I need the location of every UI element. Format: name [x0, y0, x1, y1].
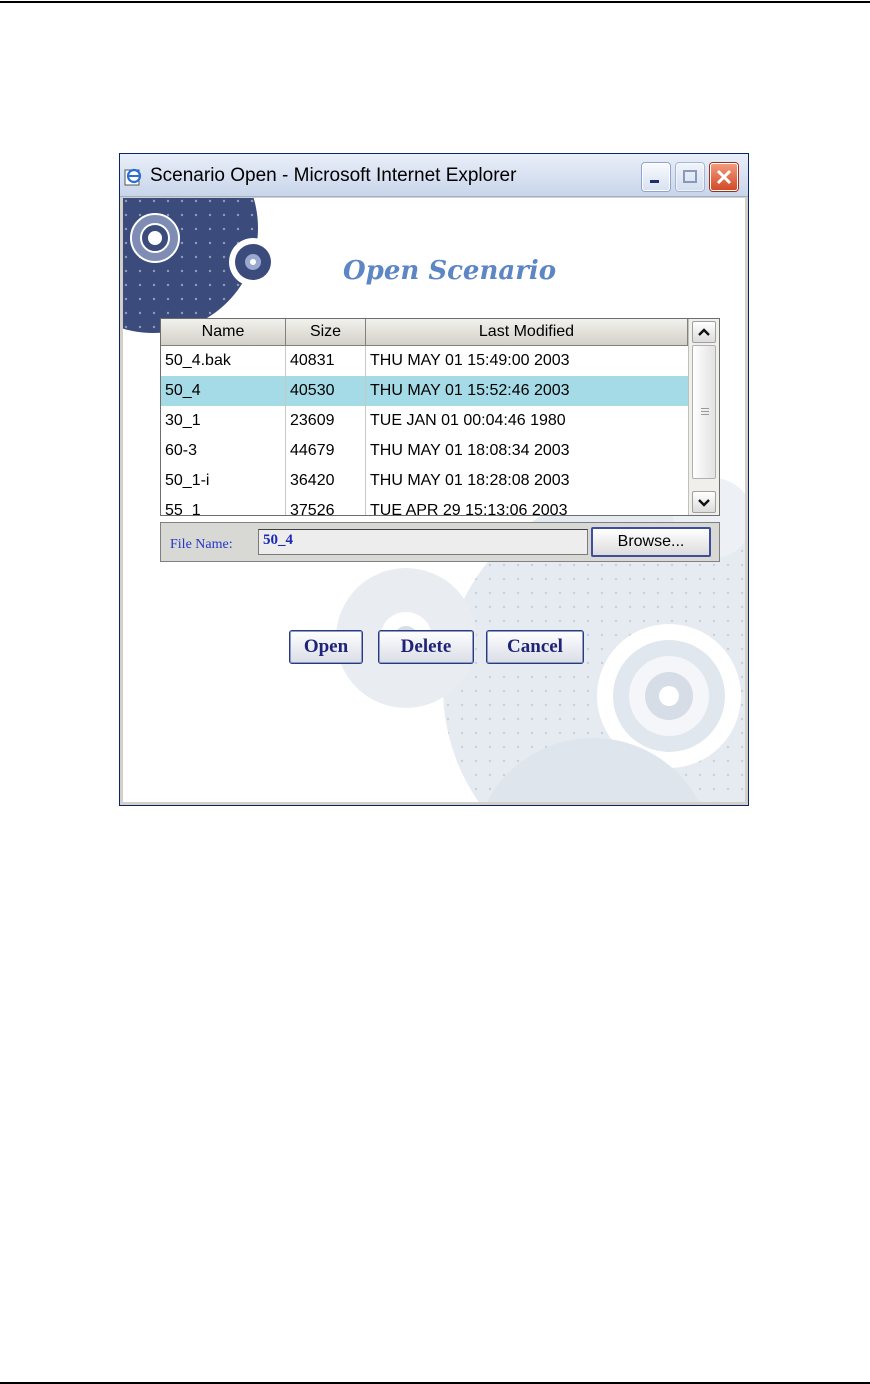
scrollbar-grip-icon: [701, 408, 709, 416]
cell-modified: THU MAY 01 15:52:46 2003: [370, 382, 570, 399]
cell-name: 50_4.bak: [161, 346, 286, 376]
close-button[interactable]: [710, 163, 738, 191]
maximize-button[interactable]: [676, 163, 704, 191]
top-page-rule: [0, 1, 870, 3]
cell-name: 50_4: [161, 376, 286, 406]
file-name-bar: File Name: 50_4 Browse...: [160, 522, 720, 562]
cancel-button[interactable]: Cancel: [486, 630, 584, 664]
table-row[interactable]: 50_4.bak 40831 THU MAY 01 15:49:00 2003: [161, 346, 688, 376]
ie-window: Scenario Open - Microsoft Internet Explo…: [119, 153, 749, 806]
column-header-name[interactable]: Name: [161, 319, 286, 345]
cell-size: 40831: [286, 346, 366, 376]
cell-size: 40530: [286, 376, 366, 406]
dialog-heading: Open Scenario: [343, 256, 557, 286]
close-icon: [716, 169, 732, 185]
browse-button[interactable]: Browse...: [591, 527, 711, 557]
table-row[interactable]: 50_1-i 36420 THU MAY 01 18:28:08 2003: [161, 466, 688, 496]
cell-name: 50_1-i: [161, 466, 286, 496]
title-bar[interactable]: Scenario Open - Microsoft Internet Explo…: [120, 154, 748, 197]
cell-modified: THU MAY 01 15:49:00 2003: [370, 352, 570, 369]
delete-button[interactable]: Delete: [378, 630, 474, 664]
cell-modified: TUE APR 29 15:13:06 2003: [370, 502, 568, 516]
open-button[interactable]: Open: [289, 630, 363, 664]
table-row[interactable]: 30_1 23609 TUE JAN 01 00:04:46 1980: [161, 406, 688, 436]
scroll-up-button[interactable]: [692, 321, 716, 343]
ie-icon: [124, 168, 142, 186]
column-header-last-modified[interactable]: Last Modified: [366, 319, 688, 345]
cell-size: 36420: [286, 466, 366, 496]
scenario-table: Name Size Last Modified 50_4.bak 40831 T…: [160, 318, 720, 516]
cell-name: 30_1: [161, 406, 286, 436]
cell-size: 37526: [286, 496, 366, 515]
table-header: Name Size Last Modified: [161, 319, 688, 346]
file-name-input[interactable]: 50_4: [258, 529, 588, 555]
vertical-scrollbar[interactable]: [688, 319, 719, 515]
table-body: 50_4.bak 40831 THU MAY 01 15:49:00 2003 …: [161, 346, 688, 516]
maximize-icon: [683, 170, 697, 183]
minimize-button[interactable]: [642, 163, 670, 191]
table-row-selected[interactable]: 50_4 40530 THU MAY 01 15:52:46 2003: [161, 376, 688, 406]
cell-modified: THU MAY 01 18:08:34 2003: [370, 442, 570, 459]
cell-size: 44679: [286, 436, 366, 466]
scroll-down-button[interactable]: [692, 491, 716, 513]
table-row[interactable]: 55_1 37526 TUE APR 29 15:13:06 2003: [161, 496, 688, 516]
minimize-icon: [650, 180, 659, 183]
scrollbar-thumb[interactable]: [692, 345, 716, 479]
scroll-down-icon: [698, 499, 710, 507]
cell-modified: THU MAY 01 18:28:08 2003: [370, 472, 570, 489]
file-name-label: File Name:: [170, 537, 233, 552]
window-title: Scenario Open - Microsoft Internet Explo…: [150, 165, 517, 186]
dialog-body: Open Scenario Name Size Last Modified 50…: [123, 198, 745, 802]
cell-name: 55_1: [161, 496, 286, 515]
cell-name: 60-3: [161, 436, 286, 466]
column-header-size[interactable]: Size: [286, 319, 366, 345]
cell-modified: TUE JAN 01 00:04:46 1980: [370, 412, 566, 429]
cell-size: 23609: [286, 406, 366, 436]
table-row[interactable]: 60-3 44679 THU MAY 01 18:08:34 2003: [161, 436, 688, 466]
scroll-up-icon: [698, 328, 710, 336]
